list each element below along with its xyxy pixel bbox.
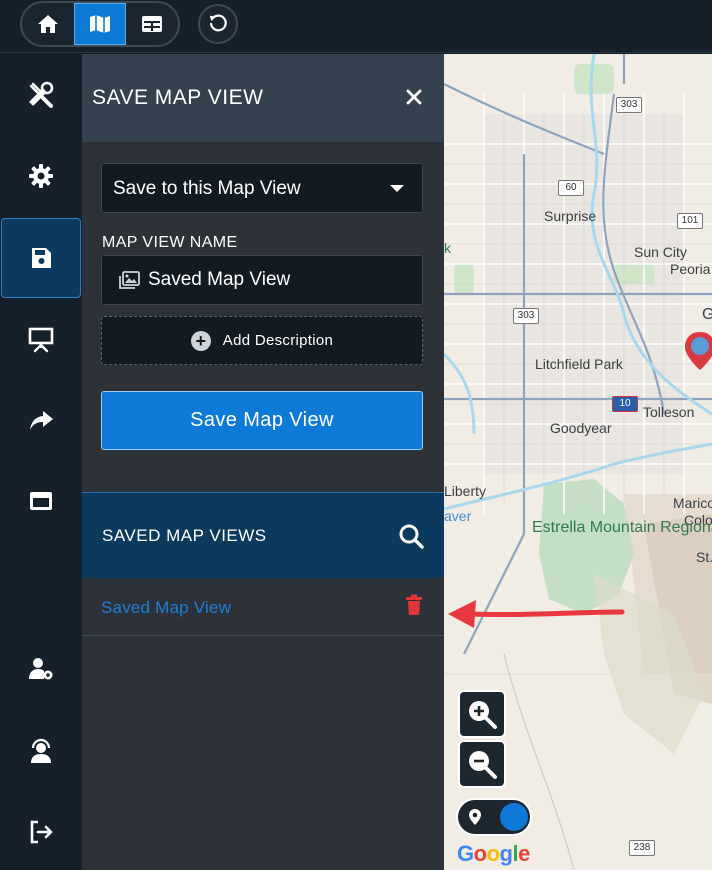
annotation-arrow-icon [448,600,625,628]
map-label: Peoria [670,261,711,277]
save-map-view-panel: SAVE MAP VIEW Save to this Map View MAP … [82,54,444,870]
map-label: Litchfield Park [535,356,623,372]
window-icon [30,492,52,510]
map-label: aver [444,508,472,524]
reset-view-button[interactable] [198,4,238,44]
map-label: Sun City [634,244,687,260]
add-description-label: Add Description [222,332,334,349]
toggle-knob [500,803,528,831]
google-logo: Google [457,841,530,866]
zoom-in-icon [469,701,497,729]
home-icon [38,15,58,33]
route-shield: 303 [616,97,642,113]
map-view-button[interactable] [74,3,126,45]
top-toolbar [0,0,712,53]
left-nav-rail [0,54,82,870]
images-icon [119,271,140,289]
view-switcher [20,1,180,47]
add-description-button[interactable]: + Add Description [101,316,423,365]
close-panel-button[interactable] [404,87,424,107]
zoom-in-button[interactable] [458,690,506,738]
refresh-icon [209,14,227,32]
location-marker-icon[interactable] [683,330,712,372]
marker-toggle[interactable] [456,798,532,836]
rail-window[interactable] [0,461,82,541]
home-button[interactable] [22,3,74,45]
plus-circle-icon: + [190,330,211,351]
search-icon[interactable] [398,523,424,549]
table-icon [142,16,162,32]
route-shield: 60 [558,180,584,196]
map-label: Liberty [444,483,487,499]
zoom-out-icon [469,751,497,779]
rail-save[interactable] [1,218,81,298]
park-label: Estrella Mountain Regional Park [532,519,712,536]
saved-map-view-row: Saved Map View [82,578,444,636]
gear-icon [29,164,53,188]
rail-user-settings[interactable] [0,629,82,709]
share-icon [30,411,53,430]
user-gear-icon [29,658,53,680]
rail-support[interactable] [0,711,82,791]
trash-icon[interactable] [405,594,423,616]
logout-icon [30,820,53,844]
route-shield: 303 [513,308,539,324]
map-label: k [444,240,451,256]
table-view-button[interactable] [126,3,178,45]
rail-logout[interactable] [0,792,82,870]
panel-title: SAVE MAP VIEW [92,86,264,109]
rail-presentation[interactable] [0,299,82,379]
route-shield: 238 [629,840,655,856]
map-view-name-field[interactable] [101,255,423,305]
map-label: Marico [673,495,712,511]
map-label: Goodyear [550,420,612,436]
close-icon [406,89,422,105]
rail-share[interactable] [0,380,82,460]
route-shield: 101 [677,213,703,229]
support-icon [31,738,51,763]
presentation-icon [28,327,54,353]
map-view-name-label: MAP VIEW NAME [102,234,238,251]
map-canvas[interactable]: 303 60 101 303 10 238 Surprise Sun City … [444,54,712,870]
map-pin-icon [469,809,481,825]
save-icon [32,248,51,268]
save-target-dropdown[interactable]: Save to this Map View [101,163,423,213]
rail-settings[interactable] [0,136,82,216]
map-label: Tolleson [643,404,695,420]
tools-icon [29,81,54,108]
save-target-value: Save to this Map View [113,178,301,199]
zoom-out-button[interactable] [458,740,506,788]
map-view-name-input[interactable] [148,269,408,291]
panel-header: SAVE MAP VIEW [82,54,444,142]
saved-map-views-title: SAVED MAP VIEWS [102,526,267,545]
saved-map-views-header: SAVED MAP VIEWS [82,492,444,578]
map-label: St. [696,549,712,565]
interstate-shield: 10 [612,396,638,412]
rail-tools[interactable] [0,54,82,134]
saved-map-view-link[interactable]: Saved Map View [101,598,231,618]
chevron-down-icon [390,185,404,192]
map-icon [90,15,110,33]
map-label: Surprise [544,208,597,224]
map-label: G [702,306,712,323]
save-map-view-button[interactable]: Save Map View [101,391,423,450]
